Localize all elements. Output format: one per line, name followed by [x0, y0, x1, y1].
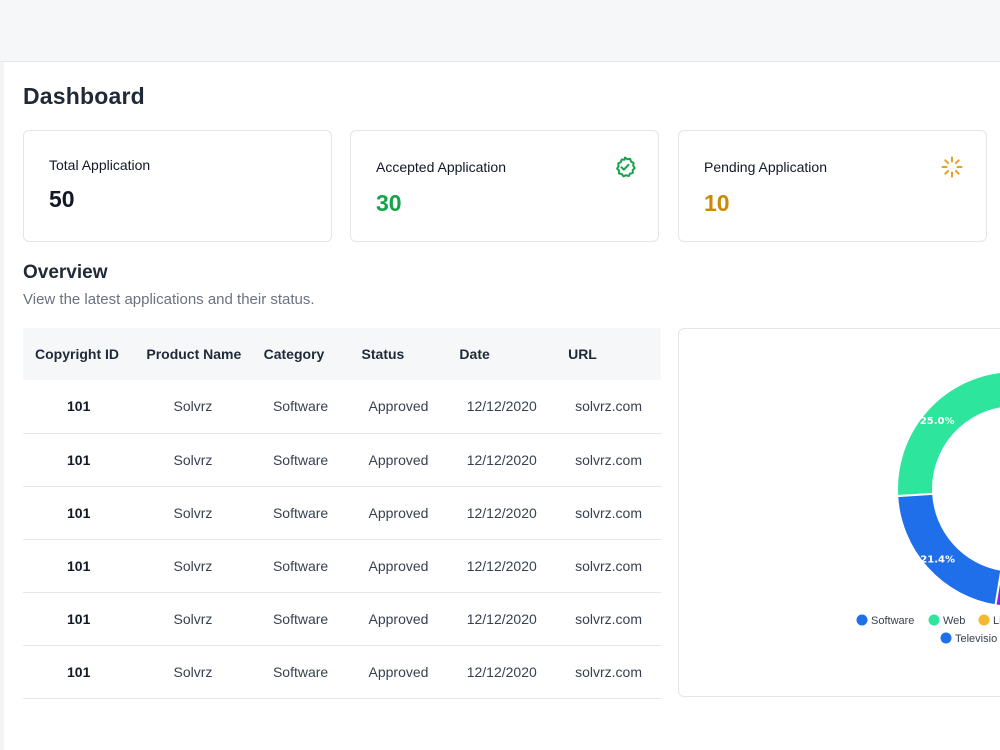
total-application-value: 50 [49, 186, 75, 212]
cell-url[interactable]: solvrz.com [556, 433, 661, 486]
category-chart-card: 25.0% 21.4% Software Web Li Televisio [678, 328, 1000, 697]
cell-url[interactable]: solvrz.com [556, 486, 661, 539]
cell-date: 12/12/2020 [466, 398, 537, 415]
column-header-product-name[interactable]: Product Name [134, 328, 251, 380]
overview-title: Overview [23, 262, 108, 283]
table-row[interactable]: 101 Solvrz Software Approved 12/12/2020 … [23, 592, 661, 645]
cell-url[interactable]: solvrz.com [556, 380, 661, 433]
cell-product-name: Solvrz [173, 557, 213, 574]
slice-label-web: 25.0% [920, 416, 955, 427]
cell-date: 12/12/2020 [466, 663, 537, 680]
cell-status: Approved [368, 610, 429, 627]
check-badge-icon [613, 155, 637, 179]
table-row[interactable]: 101 Solvrz Software Approved 12/12/2020 … [23, 380, 661, 433]
cell-copyright-id: 101 [67, 504, 91, 521]
total-application-label: Total Application [49, 157, 151, 173]
legend-marker-software [856, 614, 868, 626]
legend-marker-li [978, 614, 990, 626]
column-header-date[interactable]: Date [447, 328, 556, 380]
cell-category: Software [272, 451, 329, 468]
accepted-application-card: Accepted Application 30 [350, 130, 659, 242]
cell-product-name: Solvrz [173, 663, 213, 680]
cell-date: 12/12/2020 [466, 504, 537, 521]
loader-icon [940, 155, 964, 179]
cell-status: Approved [368, 557, 429, 574]
column-header-url[interactable]: URL [556, 328, 661, 380]
cell-url[interactable]: solvrz.com [556, 539, 661, 592]
cell-status: Approved [368, 398, 429, 415]
applications-table: Copyright ID Product Name Category Statu… [23, 328, 661, 699]
cell-copyright-id: 101 [67, 451, 91, 468]
table-row[interactable]: 101 Solvrz Software Approved 12/12/2020 … [23, 433, 661, 486]
legend-marker-web [928, 614, 940, 626]
cell-copyright-id: 101 [67, 557, 91, 574]
sidebar-edge [0, 62, 4, 750]
top-bar [0, 0, 1000, 62]
page-title: Dashboard [23, 83, 145, 109]
legend-marker-televisio [940, 632, 952, 644]
column-header-status[interactable]: Status [350, 328, 448, 380]
cell-category: Software [272, 610, 329, 627]
accepted-application-value: 30 [376, 190, 402, 216]
cell-status: Approved [368, 663, 429, 680]
cell-status: Approved [368, 504, 429, 521]
cell-url[interactable]: solvrz.com [556, 645, 661, 698]
slice-label-software: 21.4% [920, 555, 955, 566]
accepted-application-label: Accepted Application [376, 159, 506, 175]
cell-copyright-id: 101 [67, 610, 91, 627]
donut-slice-software[interactable] [896, 492, 1000, 607]
legend-label-televisio[interactable]: Televisio [955, 633, 997, 645]
cell-category: Software [272, 663, 329, 680]
cell-copyright-id: 101 [67, 398, 91, 415]
cell-copyright-id: 101 [67, 663, 91, 680]
cell-status: Approved [368, 451, 429, 468]
legend-label-web[interactable]: Web [943, 615, 965, 627]
donut-chart: 25.0% 21.4% Software Web Li Televisio [856, 370, 1000, 645]
cell-category: Software [272, 398, 329, 415]
cell-category: Software [272, 557, 329, 574]
legend-label-li[interactable]: Li [993, 615, 1000, 627]
cell-product-name: Solvrz [173, 398, 213, 415]
pending-application-value: 10 [704, 190, 730, 216]
cell-date: 12/12/2020 [466, 610, 537, 627]
cell-product-name: Solvrz [173, 451, 213, 468]
table-header-row: Copyright ID Product Name Category Statu… [23, 328, 661, 380]
table-row[interactable]: 101 Solvrz Software Approved 12/12/2020 … [23, 486, 661, 539]
cell-product-name: Solvrz [173, 610, 213, 627]
overview-subtitle: View the latest applications and their s… [23, 291, 315, 308]
donut-slice-web[interactable] [896, 370, 1000, 498]
cell-url[interactable]: solvrz.com [556, 592, 661, 645]
table-row[interactable]: 101 Solvrz Software Approved 12/12/2020 … [23, 645, 661, 698]
legend-label-software[interactable]: Software [871, 615, 914, 627]
column-header-copyright-id[interactable]: Copyright ID [23, 328, 134, 380]
cell-date: 12/12/2020 [466, 557, 537, 574]
pending-application-label: Pending Application [704, 159, 827, 175]
pending-application-card: Pending Application 10 [678, 130, 987, 242]
column-header-category[interactable]: Category [252, 328, 350, 380]
table-row[interactable]: 101 Solvrz Software Approved 12/12/2020 … [23, 539, 661, 592]
cell-date: 12/12/2020 [466, 451, 537, 468]
cell-category: Software [272, 504, 329, 521]
cell-product-name: Solvrz [173, 504, 213, 521]
total-application-card: Total Application 50 [23, 130, 332, 242]
